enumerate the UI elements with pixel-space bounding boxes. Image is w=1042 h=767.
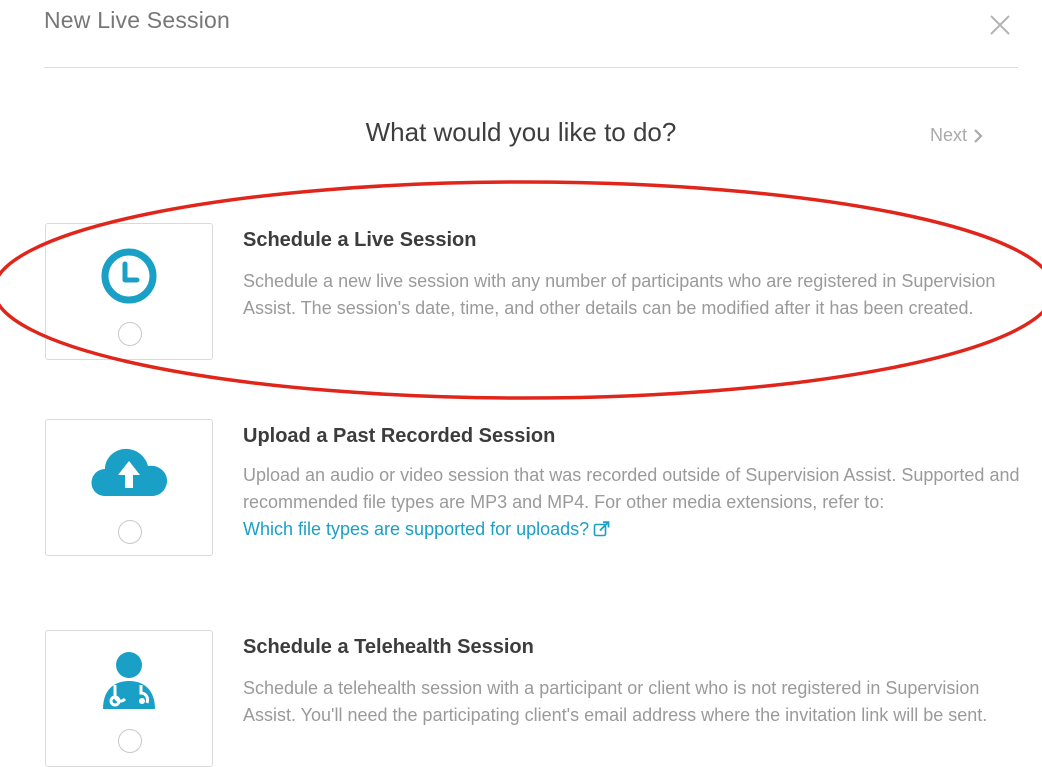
supported-file-types-link[interactable]: Which file types are supported for uploa… [243, 516, 610, 543]
new-live-session-dialog: New Live Session What would you like to … [0, 0, 1042, 767]
dialog-title: New Live Session [44, 7, 231, 33]
option-card[interactable] [45, 419, 213, 556]
close-icon[interactable] [985, 10, 1015, 40]
option-description: Upload an audio or video session that wa… [243, 465, 1020, 512]
header-divider [44, 67, 1018, 68]
option-description: Schedule a telehealth session with a par… [243, 678, 988, 725]
clock-icon [101, 248, 157, 304]
next-button[interactable]: Next [930, 125, 983, 146]
option-card[interactable] [45, 223, 213, 360]
next-label: Next [930, 125, 968, 145]
option-card[interactable] [45, 630, 213, 767]
option-title: Schedule a Live Session [243, 229, 477, 251]
chevron-right-icon [974, 128, 983, 143]
question-heading: What would you like to do? [365, 117, 677, 147]
radio-button[interactable] [118, 322, 142, 346]
cloud-upload-icon [91, 448, 168, 496]
option-title: Schedule a Telehealth Session [243, 636, 534, 658]
option-title: Upload a Past Recorded Session [243, 425, 556, 447]
radio-button[interactable] [118, 729, 142, 753]
radio-button[interactable] [118, 520, 142, 544]
link-label: Which file types are supported for uploa… [243, 519, 590, 539]
option-description-block: Upload an audio or video session that wa… [243, 462, 1023, 543]
doctor-icon [103, 652, 155, 709]
external-link-icon [593, 521, 610, 537]
option-description: Schedule a new live session with any num… [243, 271, 996, 318]
